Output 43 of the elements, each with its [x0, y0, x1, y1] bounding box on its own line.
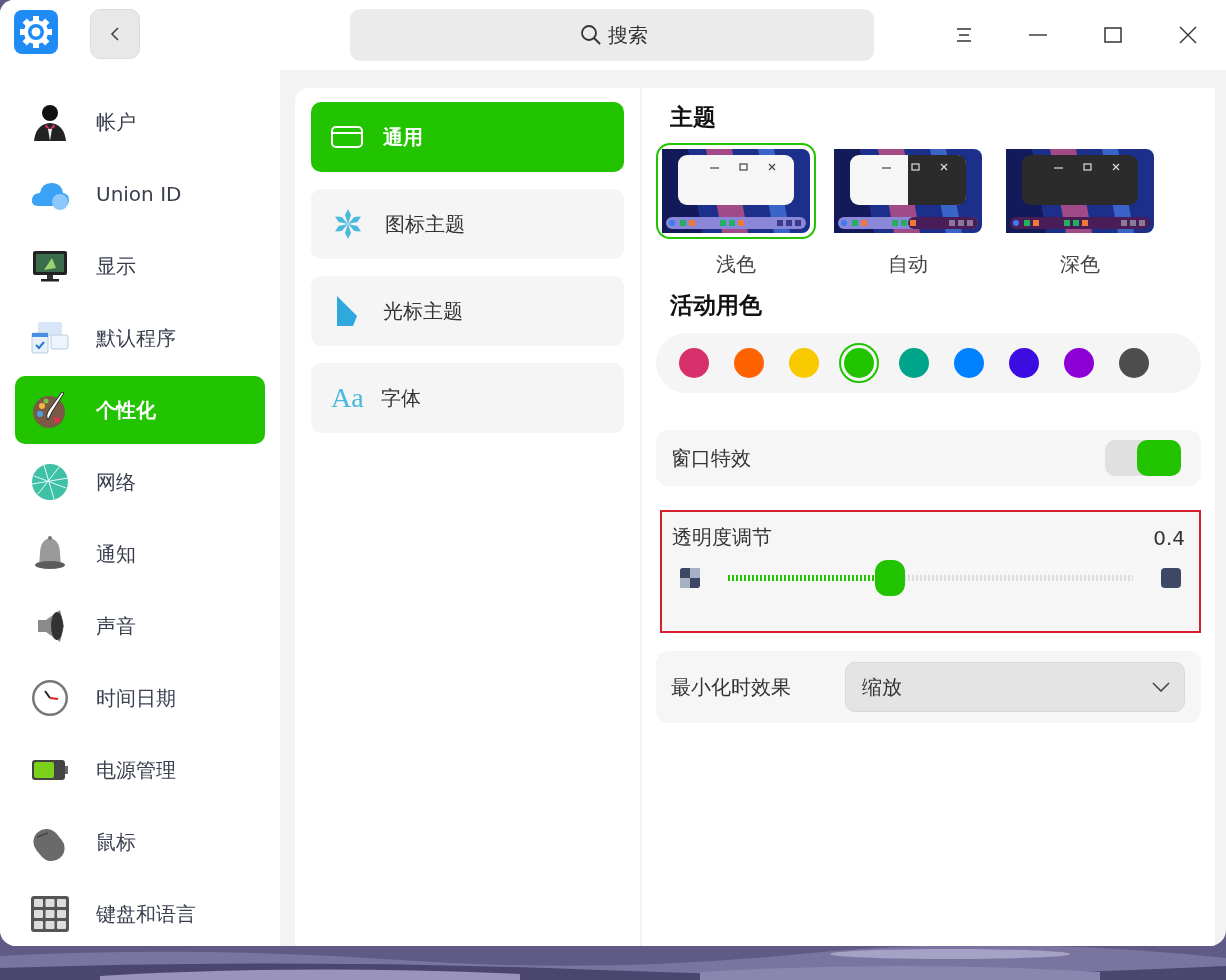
globe-icon [30, 462, 70, 502]
sidebar-item[interactable]: 键盘和语言 [15, 880, 265, 946]
section-title: 主题 [670, 103, 717, 132]
subnav-item[interactable]: Aa 字体 [311, 363, 624, 433]
chevron-down-icon [1152, 682, 1170, 692]
sidebar-item[interactable]: 网络 [15, 448, 265, 516]
search-icon [580, 24, 602, 46]
sidebar-item[interactable]: 时间日期 [15, 664, 265, 732]
chevron-left-icon [109, 26, 121, 42]
checker-icon [680, 568, 700, 588]
setting-label: 窗口特效 [671, 444, 751, 472]
close-icon[interactable] [1179, 26, 1197, 44]
section-title: 活动用色 [670, 291, 763, 320]
sidebar-item[interactable]: 通知 [15, 520, 265, 588]
color-swatch[interactable] [839, 343, 879, 383]
sidebar-item[interactable]: 默认程序 [15, 304, 265, 372]
theme-label: 深色 [1060, 251, 1100, 278]
search-field[interactable]: 搜索 [350, 9, 874, 61]
window-icon [331, 126, 363, 148]
setting-label: 透明度调节 [672, 524, 772, 551]
sidebar-item[interactable]: 显示 [15, 232, 265, 300]
dropdown[interactable]: 缩放 [845, 662, 1185, 712]
theme-label: 自动 [888, 251, 928, 278]
setting-label: 最小化时效果 [671, 673, 791, 701]
subnav-item[interactable]: 光标主题 [311, 276, 624, 346]
menu-icon[interactable] [956, 27, 972, 43]
theme-label: 浅色 [716, 251, 756, 278]
maximize-icon[interactable] [1104, 27, 1122, 43]
toggle-switch[interactable] [1105, 440, 1181, 476]
clock-icon [30, 678, 70, 718]
keyboard-icon [30, 894, 70, 934]
square-icon [1161, 568, 1181, 588]
slider-value: 0.4 [1153, 525, 1185, 550]
sidebar-item[interactable]: Union ID [15, 160, 265, 228]
subnav-item[interactable]: 图标主题 [311, 189, 624, 259]
sidebar-item[interactable]: 鼠标 [15, 808, 265, 876]
sidebar-item[interactable]: 电源管理 [15, 736, 265, 804]
gear-icon [14, 10, 58, 54]
sidebar-item[interactable]: 帐户 [15, 88, 265, 156]
theme-option[interactable] [656, 143, 816, 239]
font-icon: Aa [331, 382, 371, 414]
slider-thumb[interactable] [875, 560, 905, 596]
sidebar-item[interactable]: 声音 [15, 592, 265, 660]
